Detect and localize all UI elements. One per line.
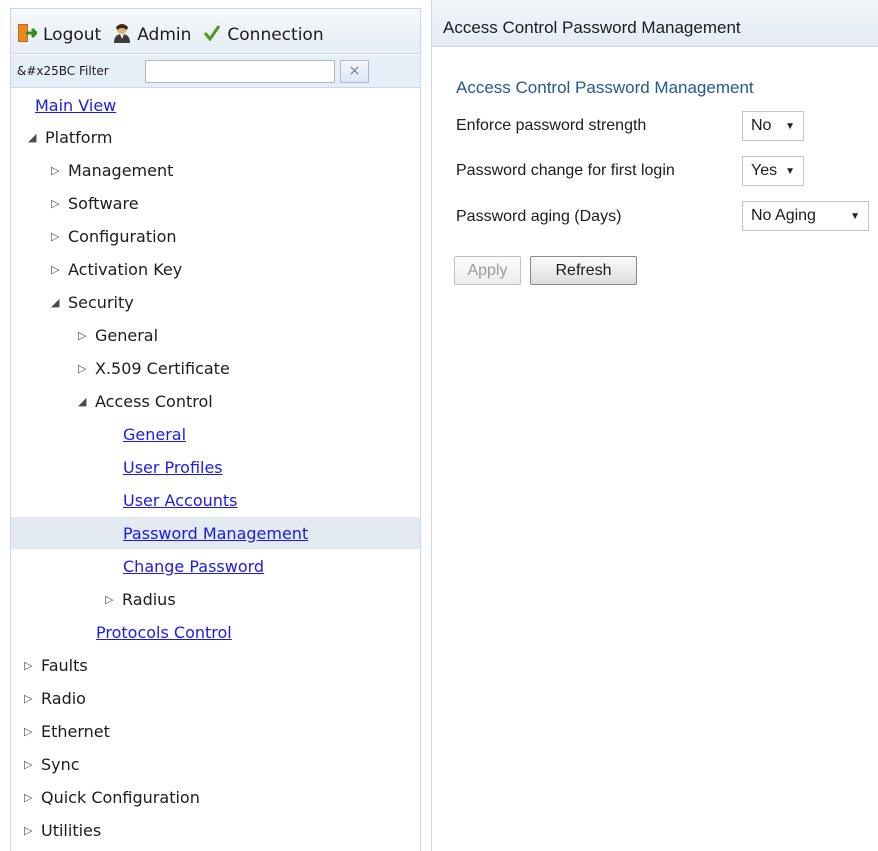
tree-item-label: Access Control bbox=[95, 391, 213, 411]
triangle-collapsed-icon[interactable]: ▷ bbox=[78, 362, 92, 375]
tree-item-label[interactable]: User Accounts bbox=[123, 491, 238, 510]
filter-input[interactable] bbox=[145, 59, 335, 83]
tree-item-label: Sync bbox=[41, 754, 80, 774]
tree-item-management[interactable]: ▷ Management bbox=[11, 154, 420, 186]
tree-item-label: X.509 Certificate bbox=[95, 358, 230, 378]
select-value: No Aging bbox=[751, 207, 816, 224]
tree-item-radius[interactable]: ▷ Radius bbox=[11, 583, 420, 615]
connection-label: Connection bbox=[227, 25, 324, 45]
tree-item-label[interactable]: General bbox=[123, 425, 186, 444]
filter-label[interactable]: &#x25BC Filter bbox=[17, 64, 145, 78]
tree-item-label: Utilities bbox=[41, 820, 102, 840]
tree-item-label: Ethernet bbox=[41, 721, 110, 741]
tree-item-label: Radius bbox=[122, 589, 176, 609]
tree-item-general[interactable]: ▷ General bbox=[11, 319, 420, 351]
tree-item-activation-key[interactable]: ▷ Activation Key bbox=[11, 253, 420, 285]
enforce-password-strength-label: Enforce password strength bbox=[456, 117, 647, 134]
caret-down-icon: ▼ bbox=[850, 211, 860, 222]
tree-item-label[interactable]: Protocols Control bbox=[96, 623, 232, 642]
tree-item-radio[interactable]: ▷ Radio bbox=[11, 682, 420, 714]
triangle-collapsed-icon[interactable]: ▷ bbox=[24, 692, 38, 705]
caret-down-icon: ▼ bbox=[785, 166, 795, 177]
triangle-collapsed-icon[interactable]: ▷ bbox=[51, 230, 65, 243]
connection-checkmark-icon bbox=[203, 24, 221, 47]
section-title: Access Control Password Management bbox=[456, 78, 754, 97]
refresh-button[interactable]: Refresh bbox=[530, 256, 637, 285]
tree-item-label: General bbox=[95, 325, 159, 345]
tree-item-user-profiles[interactable]: User Profiles bbox=[11, 451, 420, 483]
apply-button[interactable]: Apply bbox=[454, 256, 521, 285]
triangle-expanded-icon[interactable]: ◢ bbox=[28, 131, 42, 144]
select-value: Yes bbox=[751, 162, 778, 179]
password-aging-select[interactable]: No Aging ▼ bbox=[742, 201, 869, 231]
tree-item-ethernet[interactable]: ▷ Ethernet bbox=[11, 715, 420, 747]
caret-down-icon: ▼ bbox=[785, 121, 795, 132]
tree-item-label: Activation Key bbox=[68, 259, 183, 279]
admin-button[interactable]: Admin bbox=[113, 23, 191, 48]
triangle-collapsed-icon[interactable]: ▷ bbox=[105, 593, 119, 606]
tree-item-quick-configuration[interactable]: ▷ Quick Configuration bbox=[11, 781, 420, 813]
tree-item-configuration[interactable]: ▷ Configuration bbox=[11, 220, 420, 252]
tree-item-label[interactable]: User Profiles bbox=[123, 458, 223, 477]
tree-item-user-accounts[interactable]: User Accounts bbox=[11, 484, 420, 516]
logout-label: Logout bbox=[43, 25, 102, 45]
tree-item-label: Security bbox=[68, 292, 134, 312]
admin-user-icon bbox=[113, 23, 131, 48]
triangle-expanded-icon[interactable]: ◢ bbox=[78, 395, 92, 408]
tree-item-main-view[interactable]: Main View bbox=[11, 89, 420, 121]
tree-item-software[interactable]: ▷ Software bbox=[11, 187, 420, 219]
select-value: No bbox=[751, 117, 772, 134]
tree-item-change-password[interactable]: Change Password bbox=[11, 550, 420, 582]
connection-button[interactable]: Connection bbox=[203, 24, 324, 47]
tree-item-protocols-control[interactable]: Protocols Control bbox=[11, 616, 420, 648]
first-login-password-change-select[interactable]: Yes ▼ bbox=[742, 156, 804, 186]
enforce-password-strength-select[interactable]: No ▼ bbox=[742, 111, 804, 141]
tree-item-sync[interactable]: ▷ Sync bbox=[11, 748, 420, 780]
clear-icon: × bbox=[348, 63, 361, 79]
content-panel: Access Control Password Management Acces… bbox=[431, 0, 878, 851]
first-login-password-change-label: Password change for first login bbox=[456, 162, 675, 179]
tree-item-label: Configuration bbox=[68, 226, 177, 246]
tree-item-label: Faults bbox=[41, 655, 88, 675]
tree-item-label[interactable]: Change Password bbox=[123, 557, 264, 576]
triangle-collapsed-icon[interactable]: ▷ bbox=[24, 824, 38, 837]
tree-item-label: Radio bbox=[41, 688, 86, 708]
tree-item-label: Platform bbox=[45, 127, 113, 147]
tree-item-label[interactable]: Main View bbox=[35, 96, 116, 115]
tree-item-faults[interactable]: ▷ Faults bbox=[11, 649, 420, 681]
logout-door-icon bbox=[17, 23, 39, 48]
triangle-collapsed-icon[interactable]: ▷ bbox=[78, 329, 92, 342]
tree-item-security[interactable]: ◢ Security bbox=[11, 286, 420, 318]
tree-item-x509-certificate[interactable]: ▷ X.509 Certificate bbox=[11, 352, 420, 384]
triangle-collapsed-icon[interactable]: ▷ bbox=[51, 164, 65, 177]
tree-item-password-management[interactable]: Password Management bbox=[11, 517, 420, 549]
top-toolbar: Logout Admin Connection bbox=[11, 9, 420, 54]
triangle-collapsed-icon[interactable]: ▷ bbox=[24, 725, 38, 738]
triangle-collapsed-icon[interactable]: ▷ bbox=[24, 659, 38, 672]
page-header: Access Control Password Management bbox=[432, 0, 878, 47]
filter-bar: &#x25BC Filter × bbox=[11, 55, 420, 88]
filter-clear-button[interactable]: × bbox=[340, 59, 369, 83]
tree-item-ac-general[interactable]: General bbox=[11, 418, 420, 450]
triangle-collapsed-icon[interactable]: ▷ bbox=[51, 263, 65, 276]
tree-item-label: Quick Configuration bbox=[41, 787, 200, 807]
tree-item-label: Software bbox=[68, 193, 139, 213]
triangle-expanded-icon[interactable]: ◢ bbox=[51, 296, 65, 309]
tree-item-utilities[interactable]: ▷ Utilities bbox=[11, 814, 420, 846]
triangle-collapsed-icon[interactable]: ▷ bbox=[51, 197, 65, 210]
tree-item-platform[interactable]: ◢ Platform bbox=[11, 121, 420, 153]
page-title: Access Control Password Management bbox=[443, 18, 741, 37]
triangle-collapsed-icon[interactable]: ▷ bbox=[24, 791, 38, 804]
password-aging-label: Password aging (Days) bbox=[456, 208, 622, 225]
admin-label: Admin bbox=[137, 25, 192, 45]
logout-button[interactable]: Logout bbox=[17, 23, 101, 48]
tree-item-access-control[interactable]: ◢ Access Control bbox=[11, 385, 420, 417]
tree-item-label: Management bbox=[68, 160, 174, 180]
navigation-panel: Logout Admin Connection &#x25BC Filter ×… bbox=[10, 8, 421, 851]
tree-item-label[interactable]: Password Management bbox=[123, 524, 308, 543]
triangle-collapsed-icon[interactable]: ▷ bbox=[24, 758, 38, 771]
